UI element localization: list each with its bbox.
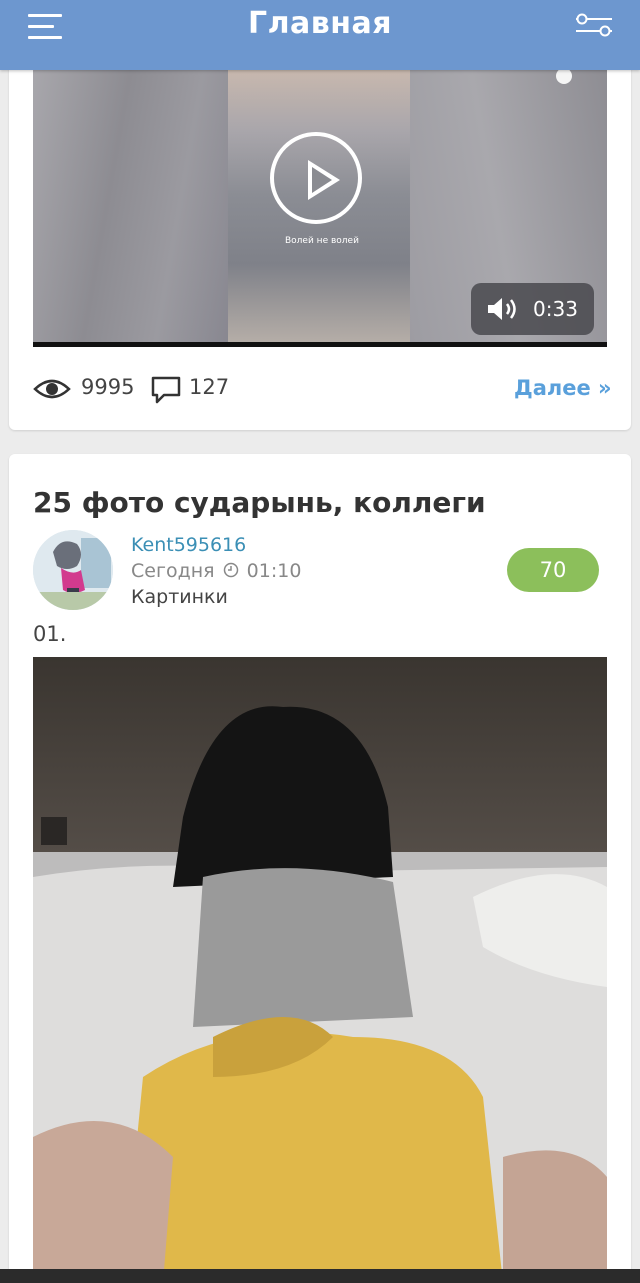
- post-photo-image: [33, 657, 607, 1283]
- sliders-filter-icon: [576, 13, 612, 37]
- avatar[interactable]: [33, 530, 113, 610]
- filter-button[interactable]: [574, 12, 614, 38]
- video-duration: 0:33: [533, 297, 578, 321]
- views-count: 9995: [81, 375, 135, 399]
- post-title[interactable]: 25 фото сударынь, коллеги: [33, 486, 486, 519]
- post-category[interactable]: Картинки: [131, 586, 228, 608]
- video-frame-left: [33, 70, 228, 347]
- top-app-bar: Главная: [0, 0, 640, 70]
- author-name[interactable]: Kent595616: [131, 534, 246, 556]
- comments-count: 127: [189, 375, 230, 399]
- video-caption: Волей не волей: [285, 236, 359, 246]
- post-time: 01:10: [246, 560, 302, 582]
- comment-icon: [151, 376, 181, 404]
- video-player[interactable]: Волей не волей 0:33: [33, 70, 607, 347]
- post-date-day: Сегодня: [131, 560, 215, 582]
- clock-icon: [223, 562, 238, 578]
- play-icon-inner: [312, 167, 332, 193]
- post-photo[interactable]: [33, 657, 607, 1283]
- rating-badge[interactable]: 70: [507, 548, 599, 592]
- duration-badge[interactable]: 0:33: [471, 283, 594, 335]
- play-button[interactable]: [270, 132, 362, 224]
- volume-icon: [488, 298, 516, 320]
- video-progress-bar[interactable]: [33, 342, 607, 347]
- post-date: Сегодня 01:10: [131, 560, 301, 582]
- video-post-card: Волей не волей 0:33 9995 127 Далее »: [9, 30, 631, 430]
- system-navigation-bar: [0, 1269, 640, 1283]
- photo-index-label: 01.: [33, 622, 67, 646]
- avatar-image: [33, 530, 113, 610]
- photo-post-card: 25 фото сударынь, коллеги Kent595616 Сег…: [9, 454, 631, 1283]
- read-more-link[interactable]: Далее »: [514, 376, 612, 400]
- page-title: Главная: [247, 6, 393, 41]
- eye-icon: [33, 379, 71, 399]
